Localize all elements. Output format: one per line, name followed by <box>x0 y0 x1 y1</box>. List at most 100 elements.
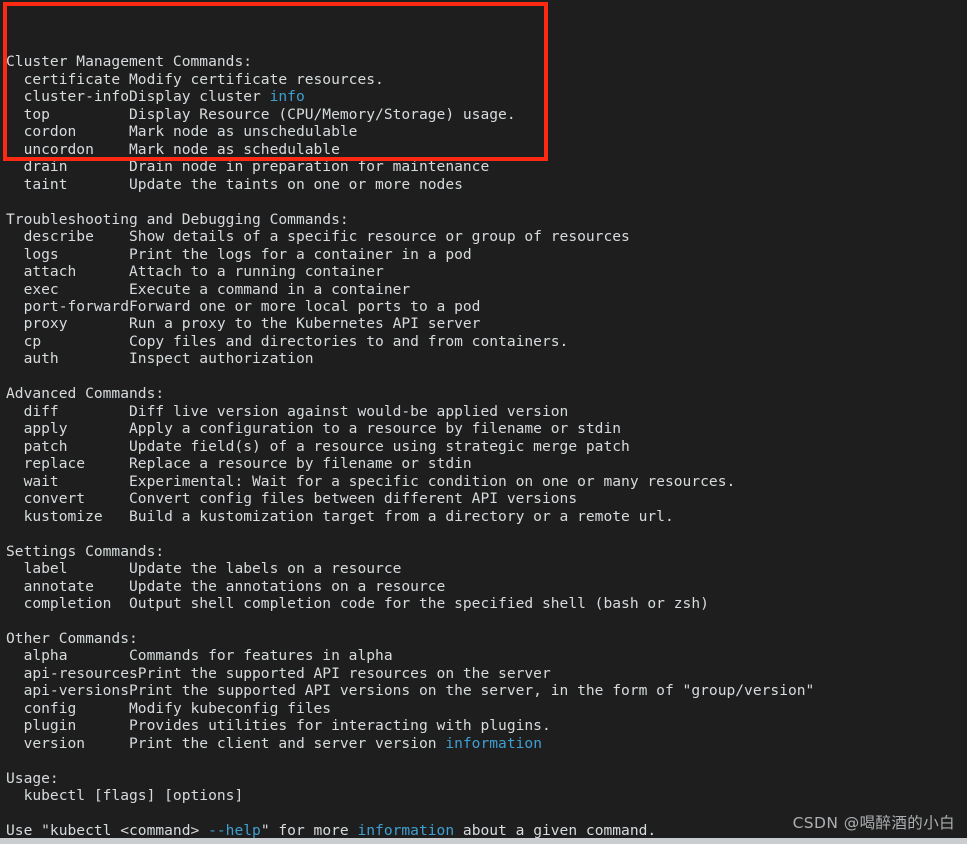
command-description: Commands for features in alpha <box>129 647 393 665</box>
footer-help-flag: --help <box>208 822 261 840</box>
csdn-watermark: CSDN @喝醉酒的小白 <box>792 813 955 832</box>
section-heading: Settings Commands: <box>6 542 165 560</box>
command-name: api-resources <box>6 664 138 682</box>
command-row[interactable]: top Display Resource (CPU/Memory/Storage… <box>6 106 961 123</box>
command-description: Print the supported API resources on the… <box>137 664 551 682</box>
command-row[interactable]: auth Inspect authorization <box>6 350 961 367</box>
command-name: top <box>6 105 130 123</box>
footer-help-pre: Use "kubectl <command> <box>6 822 209 840</box>
command-description: Display cluster <box>129 88 270 106</box>
command-description: Drain node in preparation for maintenanc… <box>129 158 490 176</box>
command-row[interactable]: label Update the labels on a resource <box>6 560 961 577</box>
command-description: Show details of a specific resource or g… <box>129 228 630 246</box>
footer-help-post: about a given command. <box>454 822 657 840</box>
command-description: Build a kustomization target from a dire… <box>129 507 674 525</box>
command-row[interactable]: certificate Modify certificate resources… <box>6 71 961 88</box>
command-description: Mark node as schedulable <box>129 140 340 158</box>
command-description: Convert config files between different A… <box>129 490 578 508</box>
command-name: annotate <box>6 577 130 595</box>
command-row[interactable]: proxy Run a proxy to the Kubernetes API … <box>6 315 961 332</box>
command-name: cluster-info <box>6 88 130 106</box>
command-description: Copy files and directories to and from c… <box>129 332 569 350</box>
command-row[interactable]: api-resourcesPrint the supported API res… <box>6 665 961 682</box>
command-row[interactable]: completion Output shell completion code … <box>6 595 961 612</box>
command-description: Run a proxy to the Kubernetes API server <box>129 315 481 333</box>
command-row[interactable]: annotate Update the annotations on a res… <box>6 578 961 595</box>
section-heading: Advanced Commands: <box>6 385 165 403</box>
command-name: label <box>6 560 130 578</box>
command-name: proxy <box>6 315 130 333</box>
command-description: Attach to a running container <box>129 263 384 281</box>
command-name: certificate <box>6 70 130 88</box>
command-row[interactable]: plugin Provides utilities for interactin… <box>6 717 961 734</box>
command-row[interactable]: drain Drain node in preparation for main… <box>6 158 961 175</box>
command-description: Update the taints on one or more nodes <box>129 175 463 193</box>
command-name: logs <box>6 245 130 263</box>
usage-heading: Usage: <box>6 769 59 787</box>
command-row[interactable]: logs Print the logs for a container in a… <box>6 246 961 263</box>
command-description: Modify kubeconfig files <box>129 699 332 717</box>
command-row[interactable]: uncordon Mark node as schedulable <box>6 141 961 158</box>
command-row[interactable]: api-versionsPrint the supported API vers… <box>6 682 961 699</box>
command-name: diff <box>6 402 130 420</box>
command-row[interactable]: taint Update the taints on one or more n… <box>6 176 961 193</box>
command-row[interactable]: convert Convert config files between dif… <box>6 490 961 507</box>
command-description: Execute a command in a container <box>129 280 411 298</box>
command-description: Diff live version against would-be appli… <box>129 402 569 420</box>
command-row[interactable]: cluster-infoDisplay cluster info <box>6 88 961 105</box>
command-description: Update the annotations on a resource <box>129 577 446 595</box>
command-row[interactable]: kustomize Build a kustomization target f… <box>6 508 961 525</box>
command-description-highlight: information <box>445 734 542 752</box>
command-description: Print the logs for a container in a pod <box>129 245 472 263</box>
command-row[interactable]: version Print the client and server vers… <box>6 735 961 752</box>
command-row[interactable]: alpha Commands for features in alpha <box>6 647 961 664</box>
command-description: Print the supported API versions on the … <box>129 682 815 700</box>
command-row[interactable]: diff Diff live version against would-be … <box>6 403 961 420</box>
command-name: wait <box>6 472 130 490</box>
command-row[interactable]: port-forwardForward one or more local po… <box>6 298 961 315</box>
command-description: Apply a configuration to a resource by f… <box>129 420 622 438</box>
command-description: Replace a resource by filename or stdin <box>129 455 472 473</box>
command-row[interactable]: config Modify kubeconfig files <box>6 700 961 717</box>
command-row[interactable]: apply Apply a configuration to a resourc… <box>6 420 961 437</box>
command-row[interactable]: replace Replace a resource by filename o… <box>6 455 961 472</box>
command-row[interactable]: cordon Mark node as unschedulable <box>6 123 961 140</box>
command-name: cp <box>6 332 130 350</box>
command-description: Update the labels on a resource <box>129 560 402 578</box>
command-name: exec <box>6 280 130 298</box>
command-row[interactable]: wait Experimental: Wait for a specific c… <box>6 473 961 490</box>
command-description: Inspect authorization <box>129 350 314 368</box>
command-name: kustomize <box>6 507 130 525</box>
command-description: Forward one or more local ports to a pod <box>129 298 481 316</box>
terminal-output: Cluster Management Commands: certificate… <box>6 1 961 844</box>
command-description: Display Resource (CPU/Memory/Storage) us… <box>129 105 516 123</box>
command-description: Output shell completion code for the spe… <box>129 594 709 612</box>
command-name: completion <box>6 594 130 612</box>
command-name: api-versions <box>6 682 130 700</box>
command-row[interactable]: describe Show details of a specific reso… <box>6 228 961 245</box>
section-heading: Cluster Management Commands: <box>6 53 253 71</box>
command-name: attach <box>6 263 130 281</box>
window-bottom-edge <box>0 838 967 844</box>
command-name: uncordon <box>6 140 130 158</box>
footer-help-mid: " for more <box>260 822 358 840</box>
command-name: plugin <box>6 717 130 735</box>
command-description-highlight: info <box>269 88 305 106</box>
command-row[interactable]: attach Attach to a running container <box>6 263 961 280</box>
footer-help-info: information <box>357 822 455 840</box>
command-row[interactable]: patch Update field(s) of a resource usin… <box>6 438 961 455</box>
section-heading: Troubleshooting and Debugging Commands: <box>6 210 349 228</box>
command-name: cordon <box>6 123 130 141</box>
command-name: auth <box>6 350 130 368</box>
command-name: alpha <box>6 647 130 665</box>
command-row[interactable]: cp Copy files and directories to and fro… <box>6 333 961 350</box>
command-name: taint <box>6 175 130 193</box>
command-name: drain <box>6 158 130 176</box>
command-row[interactable]: exec Execute a command in a container <box>6 281 961 298</box>
command-name: version <box>6 734 130 752</box>
command-description: Experimental: Wait for a specific condit… <box>129 472 736 490</box>
